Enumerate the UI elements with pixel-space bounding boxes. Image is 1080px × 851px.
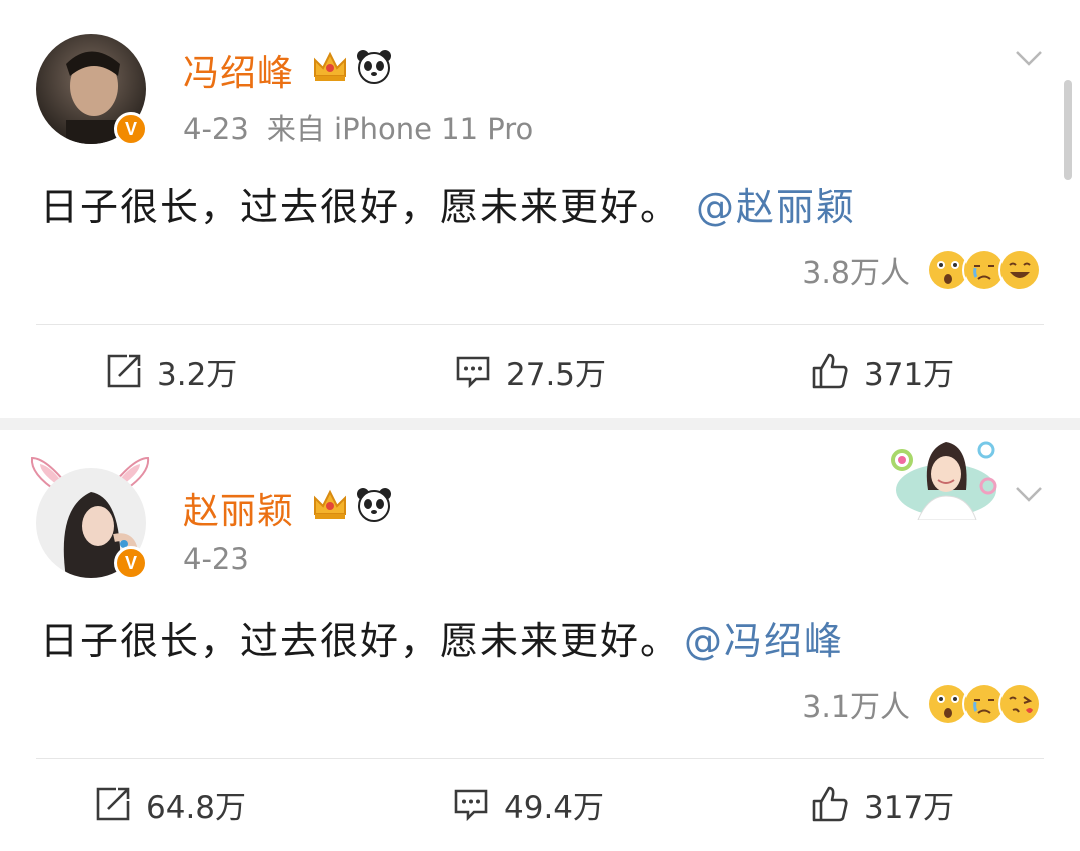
repost-count: 64.8万 (146, 789, 247, 826)
like-button[interactable]: 371万 (810, 336, 954, 406)
repost-icon (96, 787, 130, 821)
crown-icon (314, 489, 346, 519)
chevron-down-icon[interactable] (1014, 42, 1044, 72)
post-text: 日子很长，过去很好，愿未来更好。 (40, 619, 681, 663)
like-icon (812, 353, 848, 389)
reaction-count: 3.8万人 (802, 256, 910, 291)
avatar-zhao[interactable]: V (36, 468, 148, 580)
comment-button[interactable]: 27.5万 (454, 336, 606, 406)
comment-icon (454, 789, 488, 822)
comment-count: 27.5万 (506, 356, 607, 393)
comment-icon (456, 356, 490, 389)
avatar-feng[interactable]: V (36, 34, 148, 146)
divider-line (36, 758, 1044, 759)
post-meta: 4-23 (183, 542, 249, 576)
verified-icon: V (114, 546, 148, 580)
action-bar: 64.8万 49.4万 317万 (0, 769, 1080, 839)
repost-button[interactable]: 3.2万 (105, 336, 237, 406)
post-meta: 4-23 来自 iPhone 11 Pro (183, 106, 533, 148)
post-content: 日子很长，过去很好，愿未来更好。 @冯绍峰 (40, 610, 844, 665)
divider-line (36, 324, 1044, 325)
post-date: 4-23 (183, 542, 249, 576)
reaction-summary[interactable]: 3.1万人 (802, 682, 1042, 726)
action-bar: 3.2万 27.5万 371万 (0, 336, 1080, 406)
profile-sticker (891, 441, 997, 520)
scrollbar[interactable] (1064, 80, 1072, 180)
user-badges (310, 46, 394, 86)
post-separator (0, 418, 1080, 430)
reaction-count: 3.1万人 (802, 690, 910, 725)
verified-icon: V (114, 112, 148, 146)
reaction-emojis (926, 248, 1042, 292)
like-button[interactable]: 317万 (810, 769, 954, 839)
comment-button[interactable]: 49.4万 (452, 769, 604, 839)
like-icon (812, 786, 848, 822)
post-source: 来自 iPhone 11 Pro (266, 112, 534, 146)
like-count: 371万 (864, 356, 955, 393)
kiss-emoji (998, 682, 1042, 726)
mention-link[interactable]: @赵丽颖 (696, 185, 856, 229)
comment-count: 49.4万 (504, 789, 605, 826)
post-date: 4-23 (183, 112, 249, 146)
user-badges (310, 484, 394, 524)
repost-button[interactable]: 64.8万 (94, 769, 246, 839)
crown-icon (314, 51, 346, 81)
reaction-summary[interactable]: 3.8万人 (802, 248, 1042, 292)
weibo-post-1: V 冯绍峰 4-23 来自 iPhone 11 Pro 日子很长，过去很好，愿未来… (0, 0, 1080, 418)
username[interactable]: 赵丽颖 (183, 482, 294, 534)
repost-count: 3.2万 (157, 356, 238, 393)
post-text: 日子很长，过去很好，愿未来更好。 (40, 185, 681, 229)
reaction-emojis (926, 682, 1042, 726)
panda-icon (357, 488, 391, 522)
panda-icon (357, 50, 391, 84)
username[interactable]: 冯绍峰 (183, 44, 294, 96)
like-count: 317万 (864, 789, 955, 826)
chevron-down-icon[interactable] (1014, 478, 1044, 508)
repost-icon (107, 354, 141, 388)
laughing-emoji (998, 248, 1042, 292)
mention-link[interactable]: @冯绍峰 (684, 619, 844, 663)
post-content: 日子很长，过去很好，愿未来更好。 @赵丽颖 (40, 176, 856, 231)
